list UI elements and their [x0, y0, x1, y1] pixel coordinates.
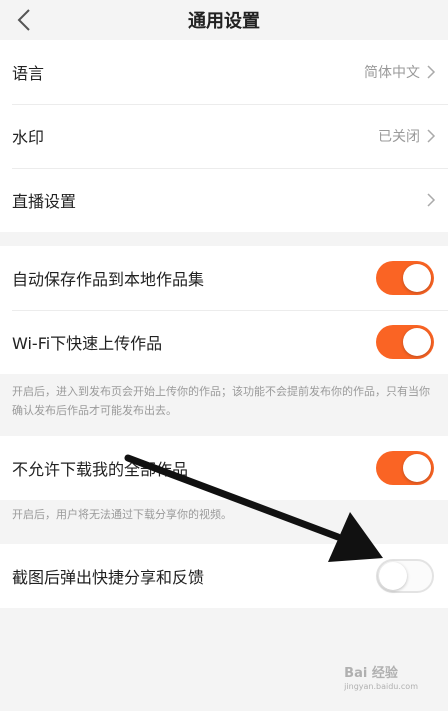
download-note: 开启后，用户将无法通过下载分享你的视频。 [12, 508, 232, 521]
watermark-value: 已关闭 [378, 129, 420, 145]
upload-note: 开启后，进入到发布页会开始上传你的作品；该功能不会提前发布你的作品，只有当你确认… [12, 385, 430, 417]
language-row[interactable]: 语言 简体中文 [0, 40, 448, 104]
auto-save-toggle[interactable] [376, 261, 434, 295]
page-title: 通用设置 [188, 11, 260, 32]
live-settings-row[interactable]: 直播设置 [0, 168, 448, 232]
disallow-download-label: 不允许下载我的全部作品 [12, 460, 189, 479]
toggle-knob [379, 562, 407, 590]
language-label: 语言 [12, 64, 45, 83]
screenshot-share-toggle[interactable] [376, 559, 434, 593]
watermark-text: Bai 经验 [344, 666, 398, 681]
chevron-right-icon [427, 193, 436, 207]
baidu-jingyan-watermark: Bai 经验 jingyan.baidu.com [344, 662, 418, 691]
watermark-label: 水印 [12, 128, 45, 147]
watermark-url: jingyan.baidu.com [344, 682, 418, 691]
disallow-download-row: 不允许下载我的全部作品 [0, 436, 448, 500]
auto-save-row: 自动保存作品到本地作品集 [0, 246, 448, 310]
chevron-right-icon [427, 65, 436, 79]
disallow-download-toggle[interactable] [376, 451, 434, 485]
toggle-knob [403, 328, 431, 356]
top-nav-bar: 通用设置 [0, 0, 448, 40]
chevron-right-icon [427, 129, 436, 143]
screenshot-share-row: 截图后弹出快捷分享和反馈 [0, 544, 448, 608]
wifi-upload-toggle[interactable] [376, 325, 434, 359]
wifi-upload-row: Wi-Fi下快速上传作品 [0, 310, 448, 374]
toggle-knob [403, 264, 431, 292]
screenshot-settings-group: 截图后弹出快捷分享和反馈 [0, 544, 448, 608]
toggle-knob [403, 454, 431, 482]
download-settings-group: 不允许下载我的全部作品 [0, 436, 448, 500]
general-settings-group: 语言 简体中文 水印 已关闭 直播设置 [0, 40, 448, 232]
upload-settings-group: 自动保存作品到本地作品集 Wi-Fi下快速上传作品 [0, 246, 448, 374]
auto-save-label: 自动保存作品到本地作品集 [12, 270, 205, 289]
wifi-upload-label: Wi-Fi下快速上传作品 [12, 334, 163, 353]
watermark-row[interactable]: 水印 已关闭 [0, 104, 448, 168]
live-settings-label: 直播设置 [12, 192, 77, 211]
screenshot-share-label: 截图后弹出快捷分享和反馈 [12, 568, 205, 587]
language-value: 简体中文 [364, 65, 420, 81]
